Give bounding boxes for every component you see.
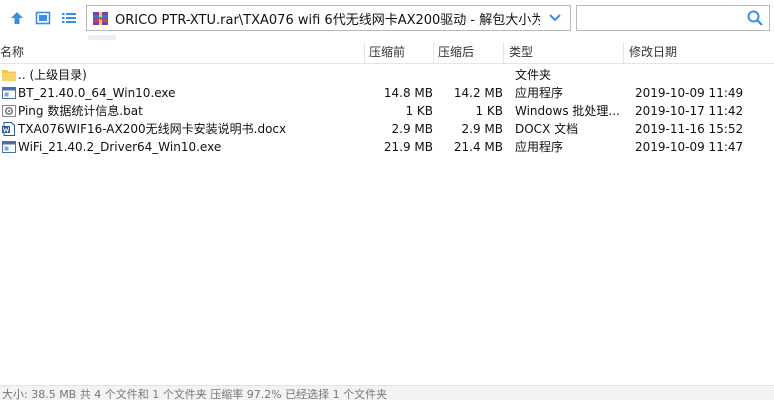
column-type[interactable]: 类型 <box>509 42 533 63</box>
file-name: Ping 数据统计信息.bat <box>18 104 143 118</box>
exe-icon <box>2 87 16 99</box>
column-divider[interactable] <box>433 42 434 63</box>
file-type: 应用程序 <box>515 86 564 100</box>
exe-icon <box>2 141 16 153</box>
file-modified: 2019-10-09 11:49 <box>635 86 744 100</box>
file-size: 21.9 MB <box>383 140 433 154</box>
file-packed: 2.9 MB <box>461 122 503 136</box>
toolbar-indicator <box>88 35 116 40</box>
status-text: 大小: 38.5 MB 共 4 个文件和 1 个文件夹 压缩率 97.2% 已经… <box>2 388 388 400</box>
file-row[interactable]: BT_21.40.0_64_Win10.exe 14.8 MB 14.2 MB … <box>0 84 774 102</box>
file-packed: 14.2 MB <box>453 86 503 100</box>
file-type: Windows 批处理... <box>515 104 620 118</box>
list-view-icon[interactable] <box>59 8 79 28</box>
file-row[interactable]: WiFi_21.40.2_Driver64_Win10.exe 21.9 MB … <box>0 138 774 156</box>
thumbnail-view-icon[interactable] <box>33 8 53 28</box>
address-bar[interactable]: ORICO PTR-XTU.rar\TXA076 wifi 6代无线网卡AX20… <box>86 5 571 31</box>
status-bar: 大小: 38.5 MB 共 4 个文件和 1 个文件夹 压缩率 97.2% 已经… <box>0 385 774 400</box>
chevron-down-icon[interactable] <box>540 6 570 30</box>
file-row[interactable]: .. (上级目录) 文件夹 <box>0 66 774 84</box>
file-type: 文件夹 <box>515 68 552 82</box>
toolbar: ORICO PTR-XTU.rar\TXA076 wifi 6代无线网卡AX20… <box>0 0 774 36</box>
column-modified[interactable]: 修改日期 <box>629 42 677 63</box>
file-modified: 2019-10-17 11:42 <box>635 104 744 118</box>
column-divider[interactable] <box>364 42 365 63</box>
file-packed: 21.4 MB <box>453 140 503 154</box>
file-modified: 2019-11-16 15:52 <box>635 122 744 136</box>
column-packed[interactable]: 压缩后 <box>438 42 474 63</box>
up-arrow-icon[interactable] <box>7 8 27 28</box>
file-name: WiFi_21.40.2_Driver64_Win10.exe <box>18 140 222 154</box>
file-name: .. (上级目录) <box>18 68 87 82</box>
search-icon[interactable] <box>746 9 764 27</box>
bat-icon <box>2 105 16 117</box>
column-header: 名称 压缩前 压缩后 类型 修改日期 <box>0 42 774 64</box>
file-name: BT_21.40.0_64_Win10.exe <box>18 86 176 100</box>
file-list: .. (上级目录) 文件夹 BT_21.40.0_64_Win10.exe 14… <box>0 65 774 156</box>
file-type: DOCX 文档 <box>515 122 579 136</box>
docx-icon <box>2 122 15 136</box>
file-row[interactable]: Ping 数据统计信息.bat 1 KB 1 KB Windows 批处理...… <box>0 102 774 120</box>
file-name: TXA076WIF16-AX200无线网卡安装说明书.docx <box>18 122 287 136</box>
file-row[interactable]: TXA076WIF16-AX200无线网卡安装说明书.docx 2.9 MB 2… <box>0 120 774 138</box>
folder-icon <box>2 70 16 81</box>
search-box[interactable] <box>576 5 770 31</box>
file-size: 1 KB <box>405 104 433 118</box>
search-input[interactable] <box>583 9 733 27</box>
file-packed: 1 KB <box>475 104 503 118</box>
column-name[interactable]: 名称 <box>0 42 24 63</box>
column-divider[interactable] <box>503 42 504 63</box>
address-path: ORICO PTR-XTU.rar\TXA076 wifi 6代无线网卡AX20… <box>115 12 540 28</box>
column-size[interactable]: 压缩前 <box>369 42 405 63</box>
file-size: 2.9 MB <box>391 122 433 136</box>
file-size: 14.8 MB <box>383 86 433 100</box>
column-divider[interactable] <box>623 42 624 63</box>
file-modified: 2019-10-09 11:47 <box>635 140 744 154</box>
file-type: 应用程序 <box>515 140 564 154</box>
archive-icon <box>93 11 108 25</box>
